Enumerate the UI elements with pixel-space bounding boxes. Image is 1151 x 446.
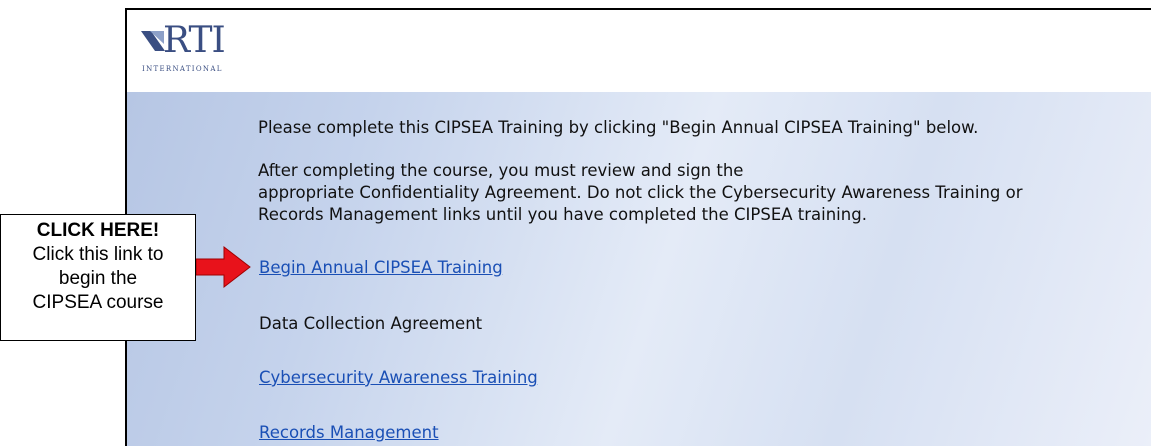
header: RTI INTERNATIONAL bbox=[127, 10, 1151, 92]
callout-line-1: Click this link to bbox=[32, 244, 164, 265]
red-arrow-icon bbox=[196, 245, 251, 289]
callout-line-3: CIPSEA course bbox=[32, 292, 164, 313]
content-panel: Please complete this CIPSEA Training by … bbox=[127, 92, 1151, 446]
begin-cipsea-training-link[interactable]: Begin Annual CIPSEA Training bbox=[259, 258, 503, 277]
browser-frame: RTI INTERNATIONAL Please complete this C… bbox=[125, 8, 1151, 446]
callout-line-2: begin the bbox=[58, 268, 138, 289]
data-collection-agreement-text: Data Collection Agreement bbox=[259, 314, 483, 333]
logo-text: RTI bbox=[163, 20, 226, 61]
instruction-paragraph: After completing the course, you must re… bbox=[258, 160, 1023, 226]
rti-logo: RTI INTERNATIONAL bbox=[141, 20, 251, 78]
rti-logo-mark-icon bbox=[141, 31, 165, 51]
logo-subtext: INTERNATIONAL bbox=[142, 65, 223, 73]
instruction-line-1: Please complete this CIPSEA Training by … bbox=[258, 118, 979, 137]
instruction-line-4: Records Management links until you have … bbox=[258, 205, 867, 224]
records-management-link[interactable]: Records Management bbox=[259, 423, 439, 442]
instruction-line-3: appropriate Confidentiality Agreement. D… bbox=[258, 183, 1023, 202]
click-here-callout: CLICK HERE! Click this link to begin the… bbox=[0, 214, 196, 341]
instruction-line-2: After completing the course, you must re… bbox=[258, 161, 744, 180]
callout-title: CLICK HERE! bbox=[36, 220, 160, 241]
page: RTI INTERNATIONAL Please complete this C… bbox=[0, 0, 1151, 446]
cybersecurity-training-link[interactable]: Cybersecurity Awareness Training bbox=[259, 368, 538, 387]
